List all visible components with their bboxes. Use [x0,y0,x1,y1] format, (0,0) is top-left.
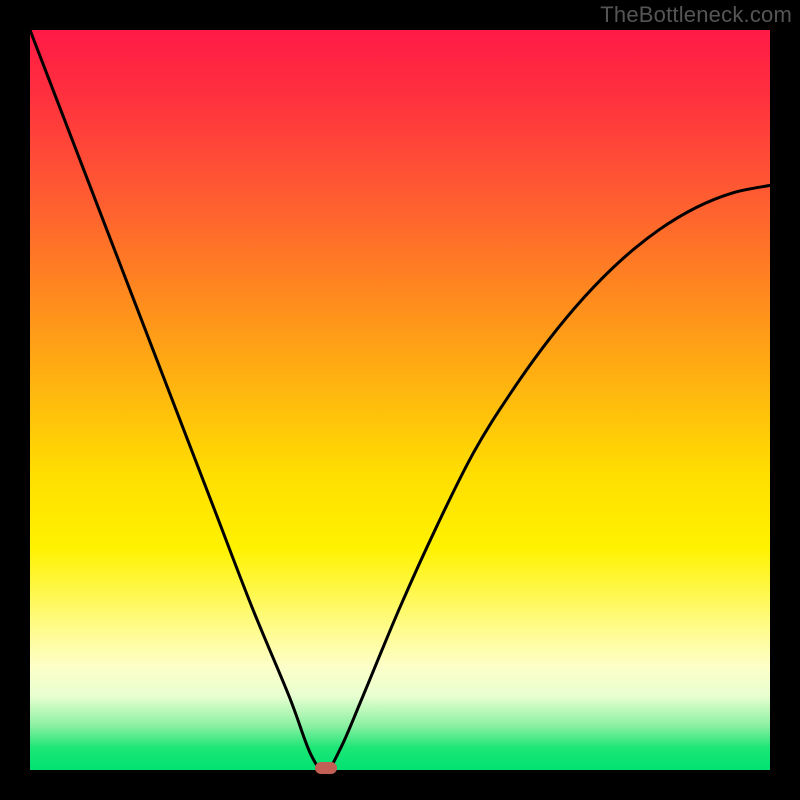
minimum-marker [315,762,337,774]
chart-frame [30,30,770,770]
watermark-text: TheBottleneck.com [600,2,792,28]
bottleneck-curve [30,30,770,770]
curve-path [30,30,770,770]
